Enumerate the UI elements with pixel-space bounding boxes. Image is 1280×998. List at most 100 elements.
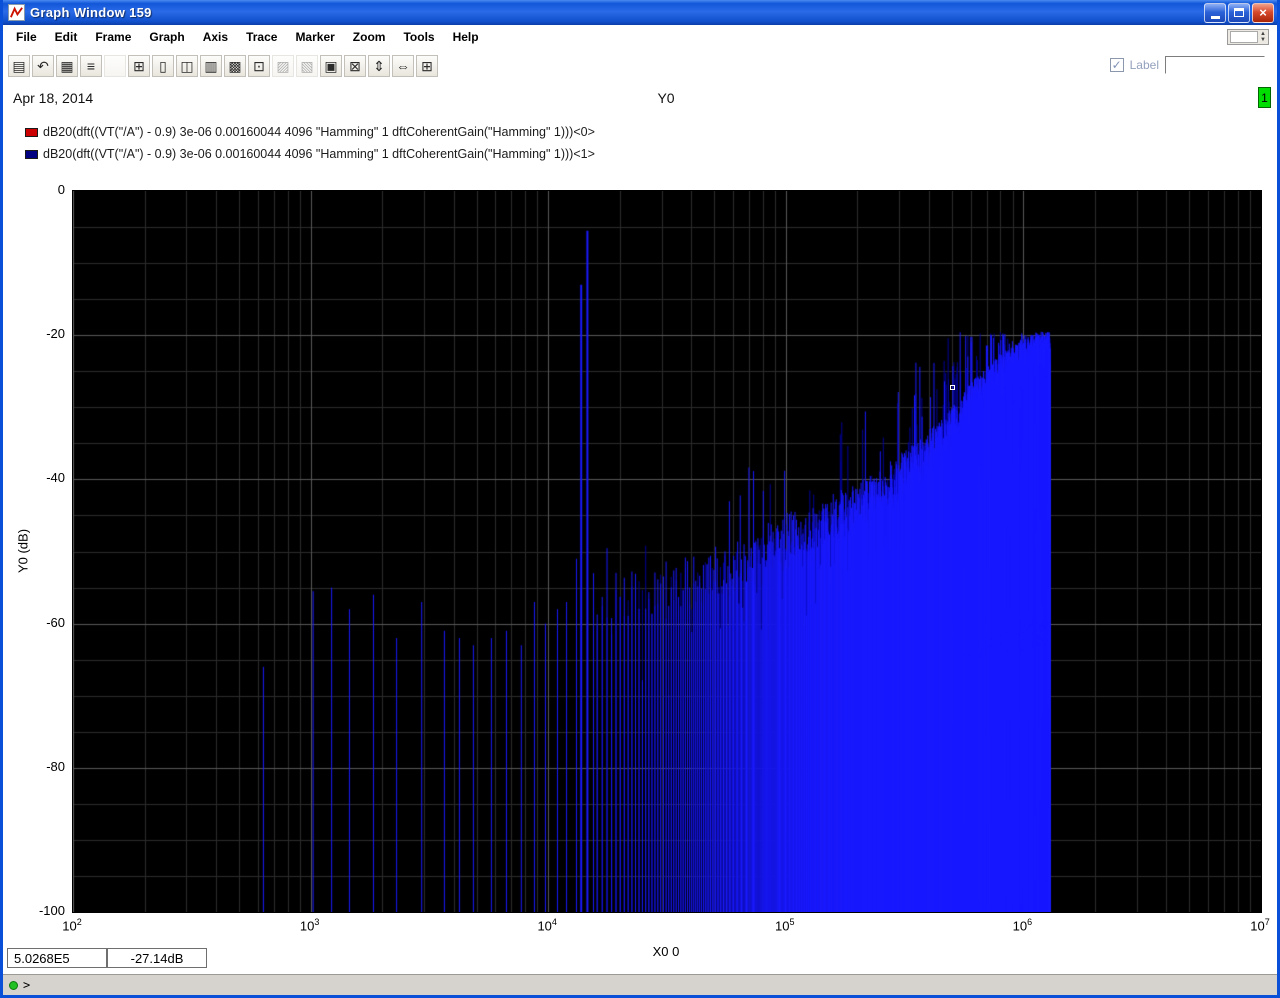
x-axis-label: X0 0	[652, 944, 680, 959]
delete-trace-icon-glyph: ⊠	[349, 58, 361, 74]
legend-entry-1[interactable]: dB20(dft((VT("/A") - 0.9) 3e-06 0.001600…	[25, 143, 595, 165]
label-input[interactable]	[1165, 56, 1265, 74]
menu-axis[interactable]: Axis	[194, 27, 237, 47]
comb-grid-icon[interactable]: ▦	[56, 55, 78, 77]
check-icon: ✓	[1111, 58, 1122, 72]
window-title: Graph Window 159	[30, 5, 152, 20]
hatch-mode-icon: ▧	[296, 55, 318, 77]
menu-tools[interactable]: Tools	[394, 27, 443, 47]
fit-vertical-icon-glyph: ⇕	[373, 58, 385, 74]
add-subwindow-icon[interactable]: ⊞	[128, 55, 150, 77]
menu-file[interactable]: File	[7, 27, 46, 47]
legend-swatch	[25, 127, 38, 137]
zoom-region-icon-glyph: ⊞	[421, 58, 433, 74]
blank-icon	[104, 55, 126, 77]
doc-lines-icon-glyph: ≡	[86, 58, 96, 74]
minimize-button[interactable]	[1204, 2, 1226, 23]
y-axis-label: Y0 (dB)	[15, 528, 31, 574]
app-icon	[8, 4, 25, 21]
strip-title: Y0	[657, 90, 675, 106]
menu-marker[interactable]: Marker	[286, 27, 343, 47]
window-frame: Graph Window 159 × File Edit Frame Graph Axi…	[3, 0, 1277, 995]
snapshot-icon-glyph: ⊡	[253, 58, 265, 74]
title-bar[interactable]: Graph Window 159 ×	[3, 0, 1277, 25]
legend-entry-0[interactable]: dB20(dft((VT("/A") - 0.9) 3e-06 0.001600…	[25, 121, 595, 143]
x-tick-label: 104	[537, 917, 557, 934]
y-tick-label: -40	[46, 470, 65, 486]
menu-bar: File Edit Frame Graph Axis Trace Marker Zoom Too…	[3, 25, 1277, 49]
x-tick-label: 107	[1250, 917, 1270, 934]
fit-horizontal-icon[interactable]: ⇔	[392, 55, 414, 77]
subwindow-badge[interactable]: 1	[1258, 87, 1271, 108]
y-tick-label: 0	[57, 182, 65, 197]
y-tick-label: -80	[46, 758, 65, 774]
toolbar: ▤ ↶ ▦ ≡ ⊞ ▯ ◫ ▥ ▩ ⊡ ▨ ▧ ▣ ⊠ ⇕ ⇔ ⊞ ✓ Label	[3, 49, 1277, 83]
delete-trace-icon[interactable]: ⊠	[344, 55, 366, 77]
maximize-icon	[1234, 8, 1244, 17]
image-mode-icon: ▨	[272, 55, 294, 77]
copy-graph-icon-glyph: ◫	[180, 58, 194, 74]
x-tick-label: 103	[299, 917, 320, 934]
toolbar-icons: ▤ ↶ ▦ ≡ ⊞ ▯ ◫ ▥ ▩ ⊡ ▨ ▧ ▣ ⊠ ⇕ ⇔ ⊞	[8, 55, 438, 77]
fit-vertical-icon[interactable]: ⇕	[368, 55, 390, 77]
menu-trace[interactable]: Trace	[237, 27, 286, 47]
add-subwindow-icon-glyph: ⊞	[133, 58, 145, 74]
plot-date: Apr 18, 2014	[13, 90, 94, 106]
legend-text: dB20(dft((VT("/A") - 0.9) 3e-06 0.001600…	[43, 125, 595, 139]
status-led-icon	[9, 980, 18, 990]
command-input[interactable]	[35, 977, 1271, 993]
legend-swatch	[25, 149, 38, 159]
command-prompt: >	[23, 978, 31, 992]
menu-help[interactable]: Help	[444, 27, 488, 47]
overlay-mode-icon-glyph: ▩	[228, 58, 242, 74]
zoom-region-icon[interactable]: ⊞	[416, 55, 438, 77]
subwindow-spinner[interactable]: ▲ ▼	[1227, 29, 1269, 45]
menu-graph[interactable]: Graph	[140, 27, 193, 47]
fit-horizontal-icon-glyph: ⇔	[396, 58, 410, 74]
printer-icon[interactable]: ▤	[8, 55, 30, 77]
close-button[interactable]: ×	[1252, 2, 1274, 23]
spinner-down-icon[interactable]: ▼	[1260, 37, 1266, 43]
x-readout: 5.0268E5	[7, 948, 107, 968]
x-tick-label: 102	[62, 917, 82, 934]
label-checkbox[interactable]: ✓	[1109, 58, 1124, 72]
page-icon-glyph: ▯	[159, 58, 167, 74]
label-checkbox-text: Label	[1129, 58, 1159, 72]
hatch-mode-icon-glyph: ▧	[300, 58, 314, 74]
overlay-mode-icon[interactable]: ▩	[224, 55, 246, 77]
x-tick-label: 106	[1012, 917, 1033, 934]
header-strip: Apr 18, 2014 Y0 1	[3, 83, 1277, 113]
legend: dB20(dft((VT("/A") - 0.9) 3e-06 0.001600…	[25, 121, 595, 165]
x-tick-label: 105	[775, 917, 795, 934]
menu-edit[interactable]: Edit	[46, 27, 87, 47]
toolbar-right: ✓ Label	[1109, 56, 1265, 74]
notes-icon[interactable]: ▣	[320, 55, 342, 77]
window-buttons: ×	[1204, 2, 1274, 23]
y-tick-label: -100	[38, 903, 65, 918]
image-mode-icon-glyph: ▨	[276, 58, 290, 74]
strip-mode-icon-glyph: ▥	[204, 58, 218, 74]
undo-icon[interactable]: ↶	[32, 55, 54, 77]
y-readout: -27.14dB	[107, 948, 207, 968]
legend-text: dB20(dft((VT("/A") - 0.9) 3e-06 0.001600…	[43, 147, 595, 161]
doc-lines-icon[interactable]: ≡	[80, 55, 102, 77]
plot-canvas[interactable]	[73, 191, 1261, 912]
notes-icon-glyph: ▣	[324, 58, 338, 74]
close-icon: ×	[1259, 5, 1267, 20]
maximize-button[interactable]	[1228, 2, 1250, 23]
printer-icon-glyph: ▤	[12, 58, 26, 74]
undo-icon-glyph: ↶	[37, 58, 49, 74]
strip-mode-icon[interactable]: ▥	[200, 55, 222, 77]
copy-graph-icon[interactable]: ◫	[176, 55, 198, 77]
plot-marker[interactable]	[950, 384, 956, 390]
menu-frame[interactable]: Frame	[86, 27, 140, 47]
y-tick-label: -60	[46, 614, 65, 630]
spinner-value	[1230, 31, 1259, 43]
comb-grid-icon-glyph: ▦	[60, 58, 74, 74]
plot-area[interactable]	[72, 190, 1262, 913]
snapshot-icon[interactable]: ⊡	[248, 55, 270, 77]
spinner-arrows: ▲ ▼	[1260, 31, 1268, 43]
minimize-icon	[1210, 15, 1220, 19]
page-icon[interactable]: ▯	[152, 55, 174, 77]
menu-zoom[interactable]: Zoom	[344, 27, 395, 47]
